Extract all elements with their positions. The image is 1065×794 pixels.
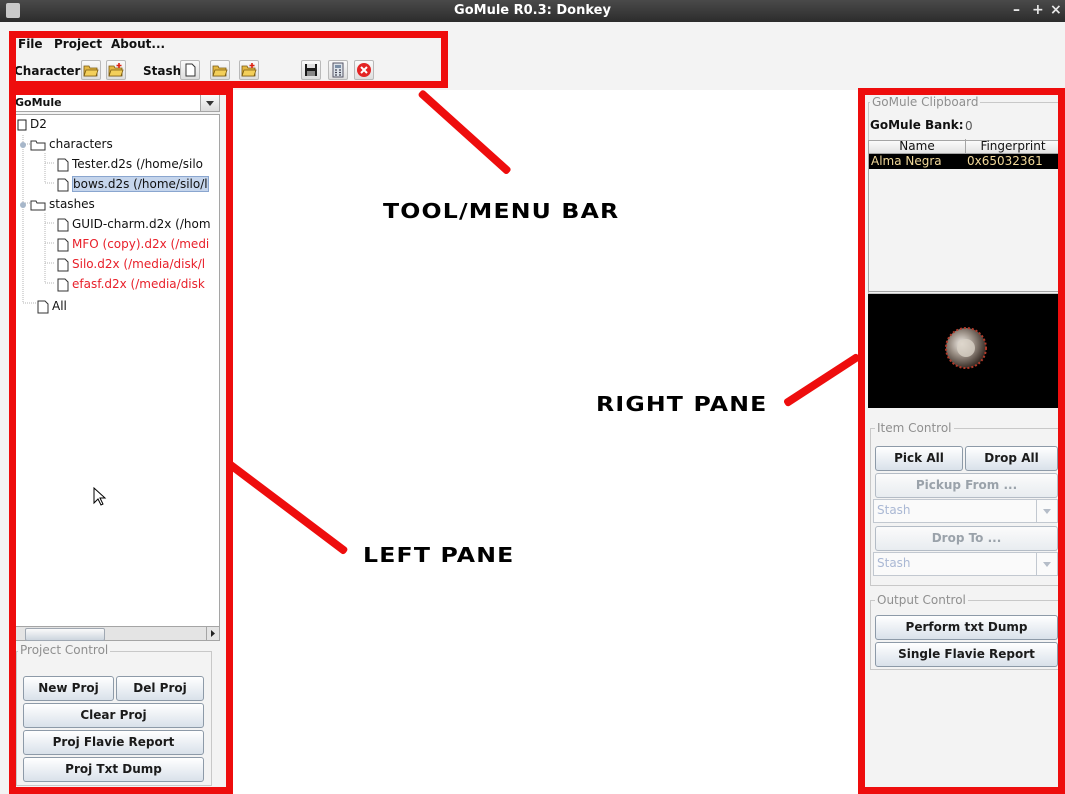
left-pane-annotation-box xyxy=(9,88,233,794)
toolbar-annotation-box xyxy=(9,31,448,88)
toolbar-annotation-label: TOOL/MENU BAR xyxy=(383,199,620,223)
right-pane-annotation-box xyxy=(858,88,1065,794)
main-desktop-area[interactable] xyxy=(232,90,858,794)
maximize-button[interactable]: + xyxy=(1032,2,1044,18)
left-pane-annotation-label: LEFT PANE xyxy=(363,543,515,567)
close-window-button[interactable]: × xyxy=(1050,2,1062,18)
window-title: GoMule R0.3: Donkey xyxy=(454,3,611,18)
right-pane-annotation-label: RIGHT PANE xyxy=(596,392,768,416)
minimize-button[interactable]: – xyxy=(1013,2,1020,18)
title-bar: GoMule R0.3: Donkey – + × xyxy=(0,0,1065,22)
